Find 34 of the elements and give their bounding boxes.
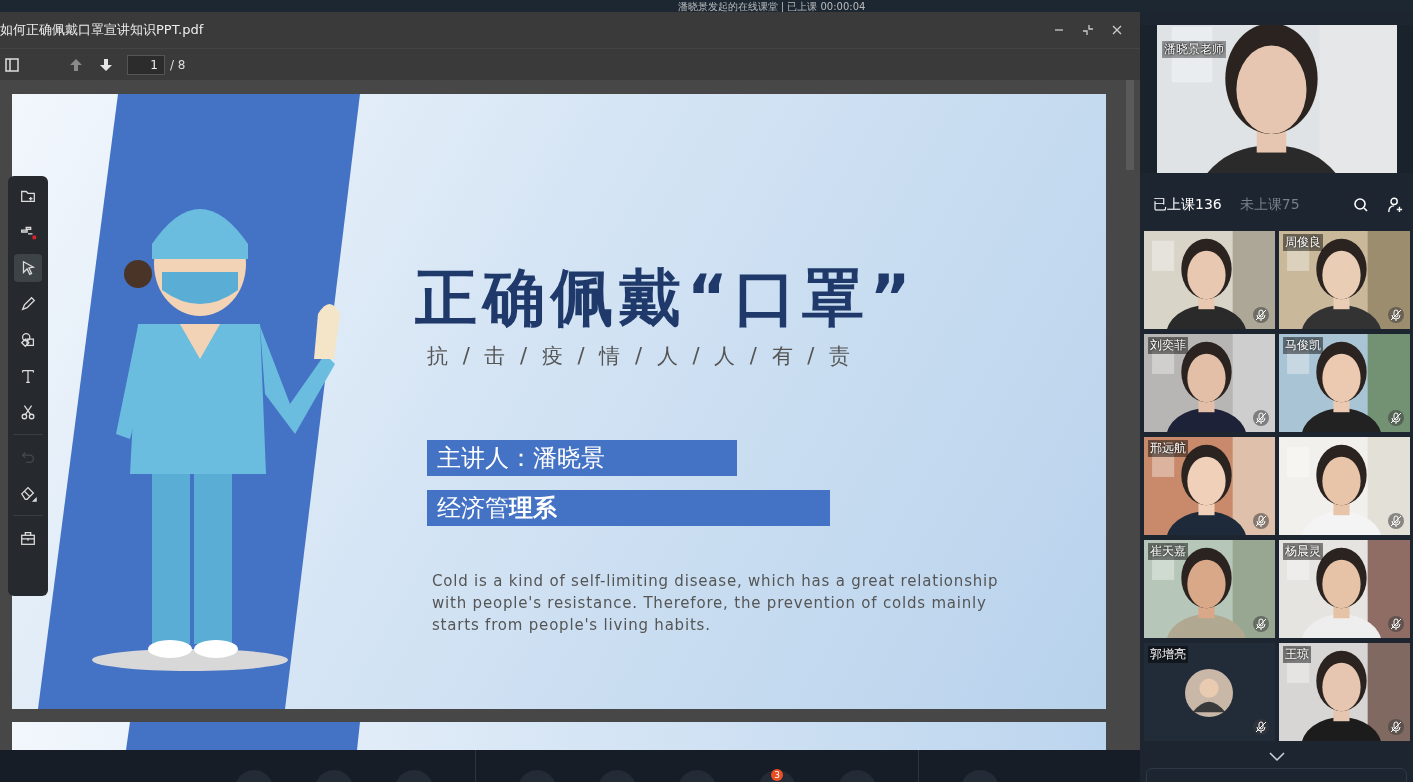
- restore-icon[interactable]: [1082, 24, 1094, 36]
- count-badge: 3: [771, 769, 783, 781]
- participant-name: 杨晨灵: [1282, 543, 1323, 560]
- teacher-name: 潘晓景老师: [1162, 41, 1226, 58]
- tab[interactable]: 未上课75: [1239, 196, 1300, 214]
- department-label: 经济管理系: [427, 490, 830, 526]
- participant-name: 邢远航: [1147, 440, 1188, 457]
- up-arrow-icon[interactable]: [69, 57, 83, 72]
- window-title: 潘晓景发起的在线课堂 | 已上课 00:00:04: [677, 0, 866, 12]
- page-total: / 8: [170, 57, 186, 72]
- participant-name: 郭增亮: [1147, 646, 1188, 663]
- slide-paragraph: Cold is a kind of self-limiting disease, which has a great relationship with people's resistance. Therefore, the prevention of colds mainly starts from people's living habits.: [432, 571, 1000, 636]
- file-name: 如何正确佩戴口罩宣讲知识PPT.pdf: [0, 21, 204, 39]
- participant-name: 王琼: [1282, 646, 1311, 663]
- control-button[interactable]: 3: [758, 770, 796, 782]
- chevron-down-icon[interactable]: [1268, 752, 1285, 762]
- participant-name: 刘奕菲: [1147, 337, 1188, 354]
- slide-title: 正确佩戴“口罩”: [415, 262, 917, 334]
- avatar-icon: [1184, 669, 1233, 717]
- speaker-label: 主讲人：潘晓景: [427, 440, 737, 476]
- search-icon[interactable]: [1353, 197, 1369, 213]
- sidebar-toggle-icon[interactable]: [5, 57, 19, 72]
- participant-name: 周俊良: [1282, 234, 1323, 251]
- page-field[interactable]: 1: [127, 54, 165, 75]
- down-arrow-icon[interactable]: [99, 57, 113, 72]
- participant-name: 崔天嘉: [1147, 543, 1188, 560]
- participant-name: 马俊凯: [1282, 337, 1323, 354]
- tool-button[interactable]: [14, 254, 42, 282]
- close-icon[interactable]: [1111, 24, 1123, 36]
- add-person-icon[interactable]: [1387, 197, 1403, 213]
- scrollbar[interactable]: [1126, 80, 1134, 170]
- slide-subtitle: 抗 / 击 / 疫 / 情 / 人 / 人 / 有 / 责: [427, 343, 854, 370]
- tab[interactable]: 已上课136: [1153, 196, 1222, 214]
- participant-tile[interactable]: 郭增亮: [1143, 643, 1275, 741]
